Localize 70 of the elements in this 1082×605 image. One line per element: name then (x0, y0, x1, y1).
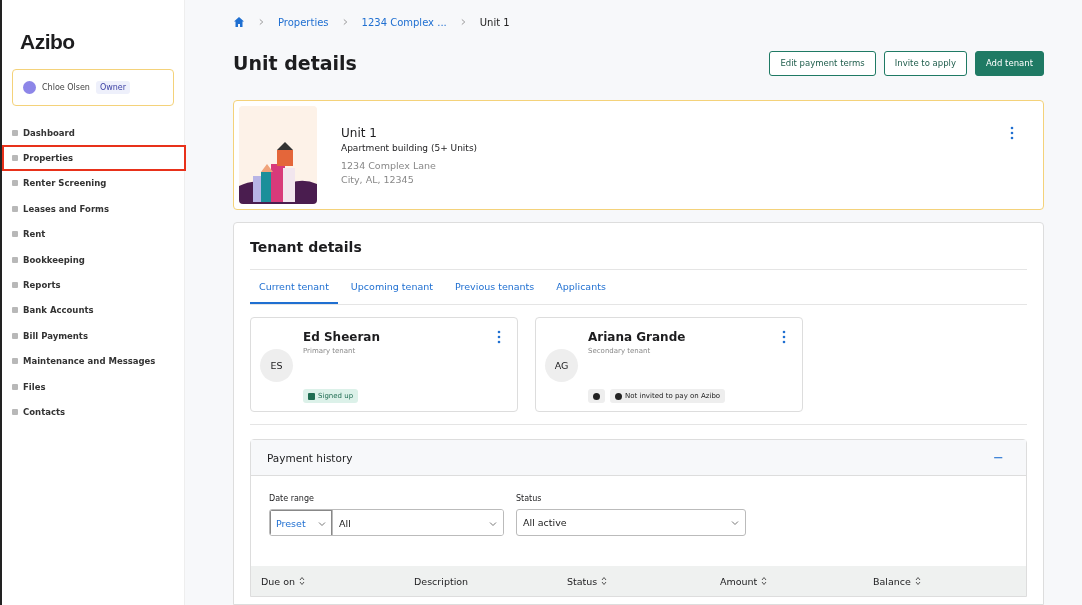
column-header[interactable]: Amount (720, 575, 758, 587)
sidebar-item[interactable]: Bookkeeping (2, 246, 186, 273)
breadcrumb-current: Unit 1 (479, 16, 510, 28)
sidebar-item[interactable]: Bill Payments (2, 323, 186, 349)
more-icon (1010, 126, 1014, 140)
address-line: City, AL, 12345 (341, 173, 415, 185)
chevron-right-icon (460, 18, 466, 26)
nav-icon (12, 155, 18, 162)
sidebar-item[interactable]: Renter Screening (2, 170, 186, 197)
tenant-name: Ed Sheeran (303, 330, 380, 344)
tab[interactable]: Upcoming tenant (341, 270, 442, 304)
column-header: Description (414, 575, 469, 587)
more-icon (497, 330, 501, 344)
page-title: Unit details (233, 52, 357, 74)
unit-name: Unit 1 (341, 125, 378, 140)
avatar-icon (23, 81, 36, 94)
avatar-initials: AG (545, 349, 578, 382)
breadcrumb-link[interactable]: Properties (278, 16, 329, 28)
nav-icon (12, 129, 18, 136)
sidebar-item[interactable]: Bank Accounts (2, 297, 186, 324)
home-icon (233, 16, 245, 28)
nav-icon (12, 205, 18, 212)
action-button[interactable]: Invite to apply (883, 50, 967, 76)
column-header[interactable]: Balance (873, 575, 911, 587)
sidebar-item[interactable]: Rent (2, 221, 186, 247)
avatar-initials: ES (260, 349, 293, 382)
sidebar-item[interactable]: Contacts (2, 399, 186, 425)
column-header[interactable]: Due on (261, 575, 296, 587)
tab[interactable]: Previous tenants (446, 270, 544, 304)
column-header[interactable]: Status (567, 575, 598, 587)
tab[interactable]: Current tenant (250, 270, 338, 304)
dropdown[interactable]: All active (516, 509, 746, 536)
field-label: Status (516, 494, 543, 503)
nav-icon (12, 409, 18, 415)
chevron-down-icon (318, 519, 326, 528)
nav-icon (12, 180, 18, 187)
nav-icon (12, 256, 18, 263)
property-type: Apartment building (5+ Units) (341, 142, 479, 153)
more-icon (782, 330, 786, 344)
action-button[interactable]: Edit payment terms (769, 50, 876, 76)
sidebar-item[interactable]: Reports (2, 272, 186, 298)
sidebar-item[interactable]: Properties (2, 145, 186, 171)
nav-icon (12, 383, 18, 390)
section-title: Tenant details (250, 239, 363, 255)
add-button[interactable]: Add tenant (974, 50, 1044, 76)
sidebar-item[interactable]: Dashboard (2, 120, 186, 146)
sidebar-item[interactable]: Files (2, 373, 186, 400)
chevron-right-icon (259, 18, 264, 26)
tenant-name: Ariana Grande (588, 330, 686, 344)
status-icon (588, 389, 605, 403)
nav-icon (12, 231, 18, 238)
dropdown[interactable]: Preset (270, 510, 333, 535)
chevron-down-icon (489, 519, 497, 528)
address-line: 1234 Complex Lane (341, 159, 437, 171)
sidebar-item[interactable]: Leases and Forms (2, 196, 186, 222)
nav-icon (12, 307, 18, 314)
nav-icon (12, 358, 18, 365)
user-name: Chloe Olsen (42, 83, 90, 92)
collapse-button[interactable]: − (987, 449, 1010, 466)
nav-icon (12, 332, 18, 339)
panel-title: Payment history (267, 451, 353, 464)
nav-icon (12, 282, 18, 289)
tab[interactable]: Applicants (547, 270, 615, 304)
logo: Azibo (20, 30, 75, 54)
chevron-down-icon (731, 518, 739, 527)
sidebar-item[interactable]: Maintenance and Messages (2, 348, 186, 374)
chevron-right-icon (342, 18, 348, 26)
field-label: Date range (269, 494, 315, 503)
breadcrumb-link[interactable]: 1234 Complex ... (361, 16, 447, 28)
role-tag: Owner (95, 81, 131, 94)
